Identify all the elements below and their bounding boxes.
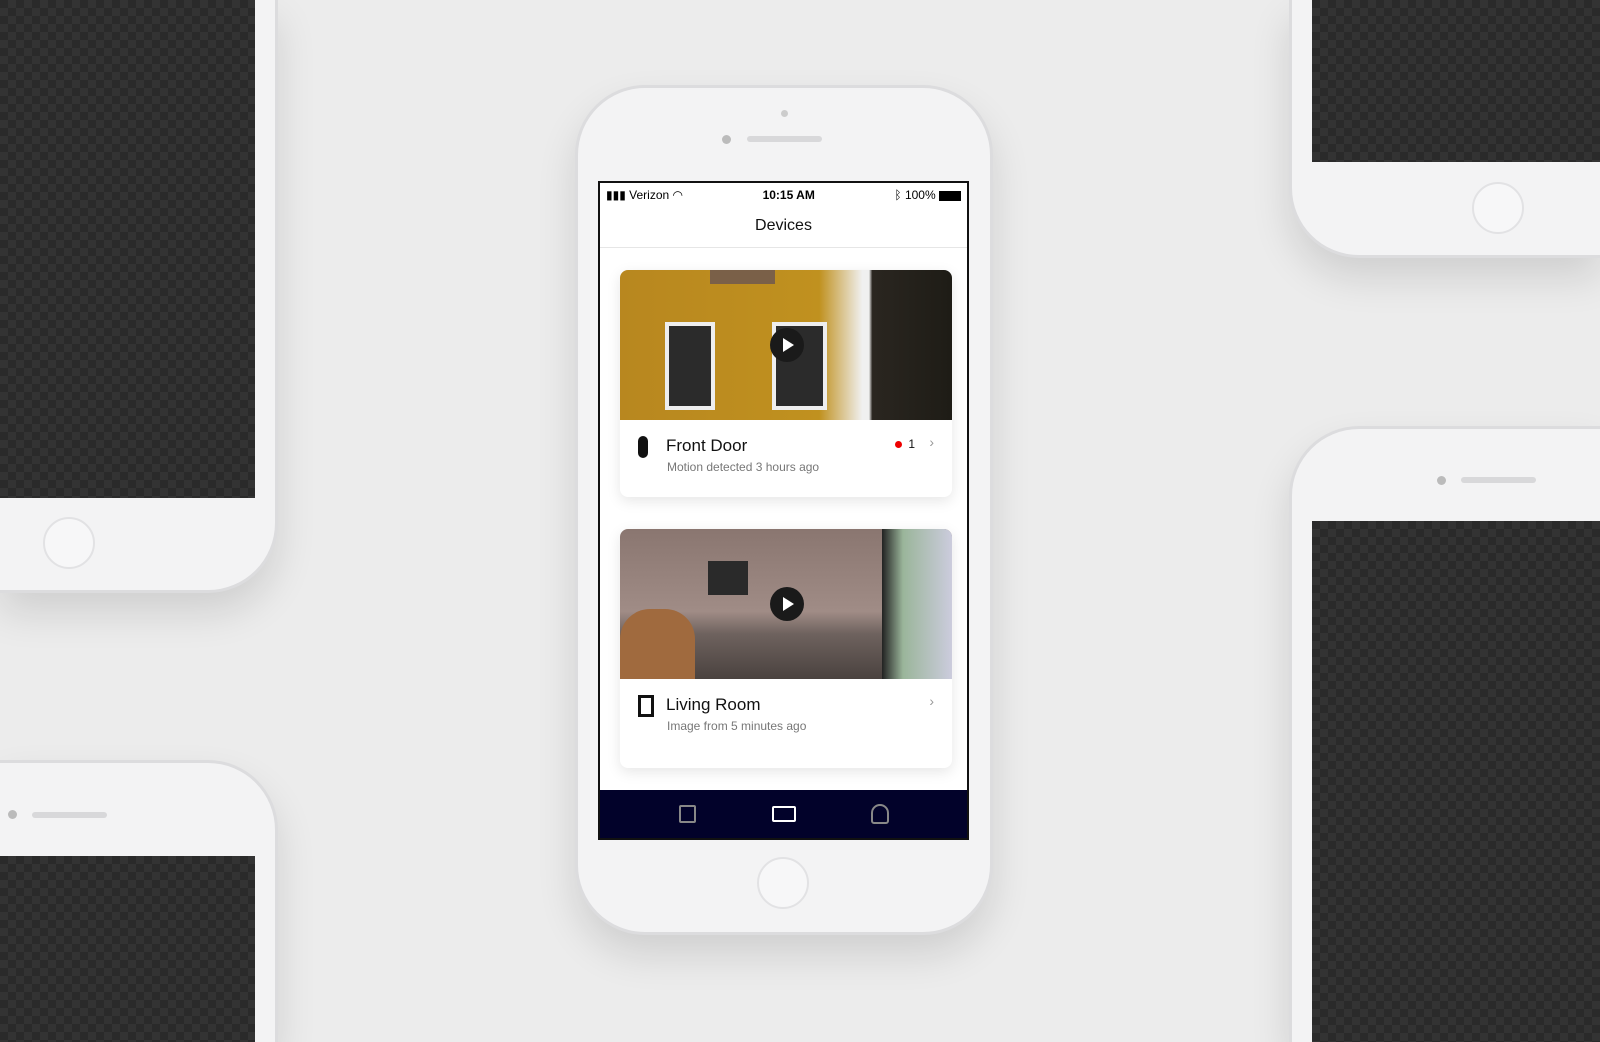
calendar-icon (679, 805, 696, 823)
event-count: 1 (908, 437, 915, 451)
shutter (710, 270, 775, 284)
device-name: Front Door (666, 436, 748, 455)
status-bar: ▮▮▮ Verizon ◠ 10:15 AM ᛒ 100% (600, 183, 967, 207)
device-status: Motion detected 3 hours ago (667, 460, 820, 474)
front-camera (722, 135, 731, 144)
home-button (1472, 182, 1524, 234)
background-phone-screen (0, 856, 255, 1042)
clock: 10:15 AM (762, 188, 815, 202)
battery: ᛒ 100% (894, 188, 961, 202)
tab-bar (600, 790, 967, 838)
window (665, 322, 715, 410)
tab-profile[interactable] (865, 801, 895, 827)
camera-thumbnail[interactable] (620, 270, 952, 420)
doorbell-icon (638, 436, 648, 458)
background-phone-screen (1312, 0, 1600, 162)
wifi-icon: ◠ (672, 188, 684, 202)
device-status: Image from 5 minutes ago (667, 719, 807, 733)
tab-events[interactable] (673, 801, 703, 827)
home-button (43, 517, 95, 569)
user-icon (870, 804, 889, 824)
chevron-right-icon[interactable]: › (929, 434, 934, 450)
event-badge: 1 (895, 437, 915, 451)
home-button[interactable] (757, 857, 809, 909)
background-phone-screen (1312, 521, 1600, 1042)
window-camera-icon (638, 695, 654, 717)
speaker (747, 136, 822, 142)
video-camera-icon (771, 806, 796, 822)
camera (8, 810, 17, 819)
chevron-right-icon[interactable]: › (929, 693, 934, 709)
sofa (620, 609, 695, 679)
battery-icon (938, 190, 961, 201)
camera (1437, 476, 1446, 485)
page-title: Devices (600, 207, 967, 248)
background-phone-screen (0, 0, 255, 498)
play-button[interactable] (770, 328, 804, 362)
speaker (32, 812, 107, 818)
tv (708, 561, 748, 595)
window (882, 529, 952, 679)
app-screen: ▮▮▮ Verizon ◠ 10:15 AM ᛒ 100% Devices Fr… (598, 181, 969, 840)
camera-thumbnail[interactable] (620, 529, 952, 679)
tab-devices[interactable] (769, 801, 799, 827)
device-card[interactable]: Front Door Motion detected 3 hours ago 1… (620, 270, 952, 497)
carrier-name: Verizon (629, 188, 670, 202)
red-dot-icon (895, 440, 903, 448)
carrier: ▮▮▮ Verizon ◠ (606, 188, 684, 202)
device-card[interactable]: Living Room Image from 5 minutes ago › (620, 529, 952, 768)
play-button[interactable] (770, 587, 804, 621)
device-name: Living Room (666, 695, 761, 714)
speaker (1461, 477, 1536, 483)
sensor (781, 110, 788, 117)
battery-percent: 100% (904, 188, 936, 202)
bluetooth-icon: ᛒ (894, 188, 902, 202)
